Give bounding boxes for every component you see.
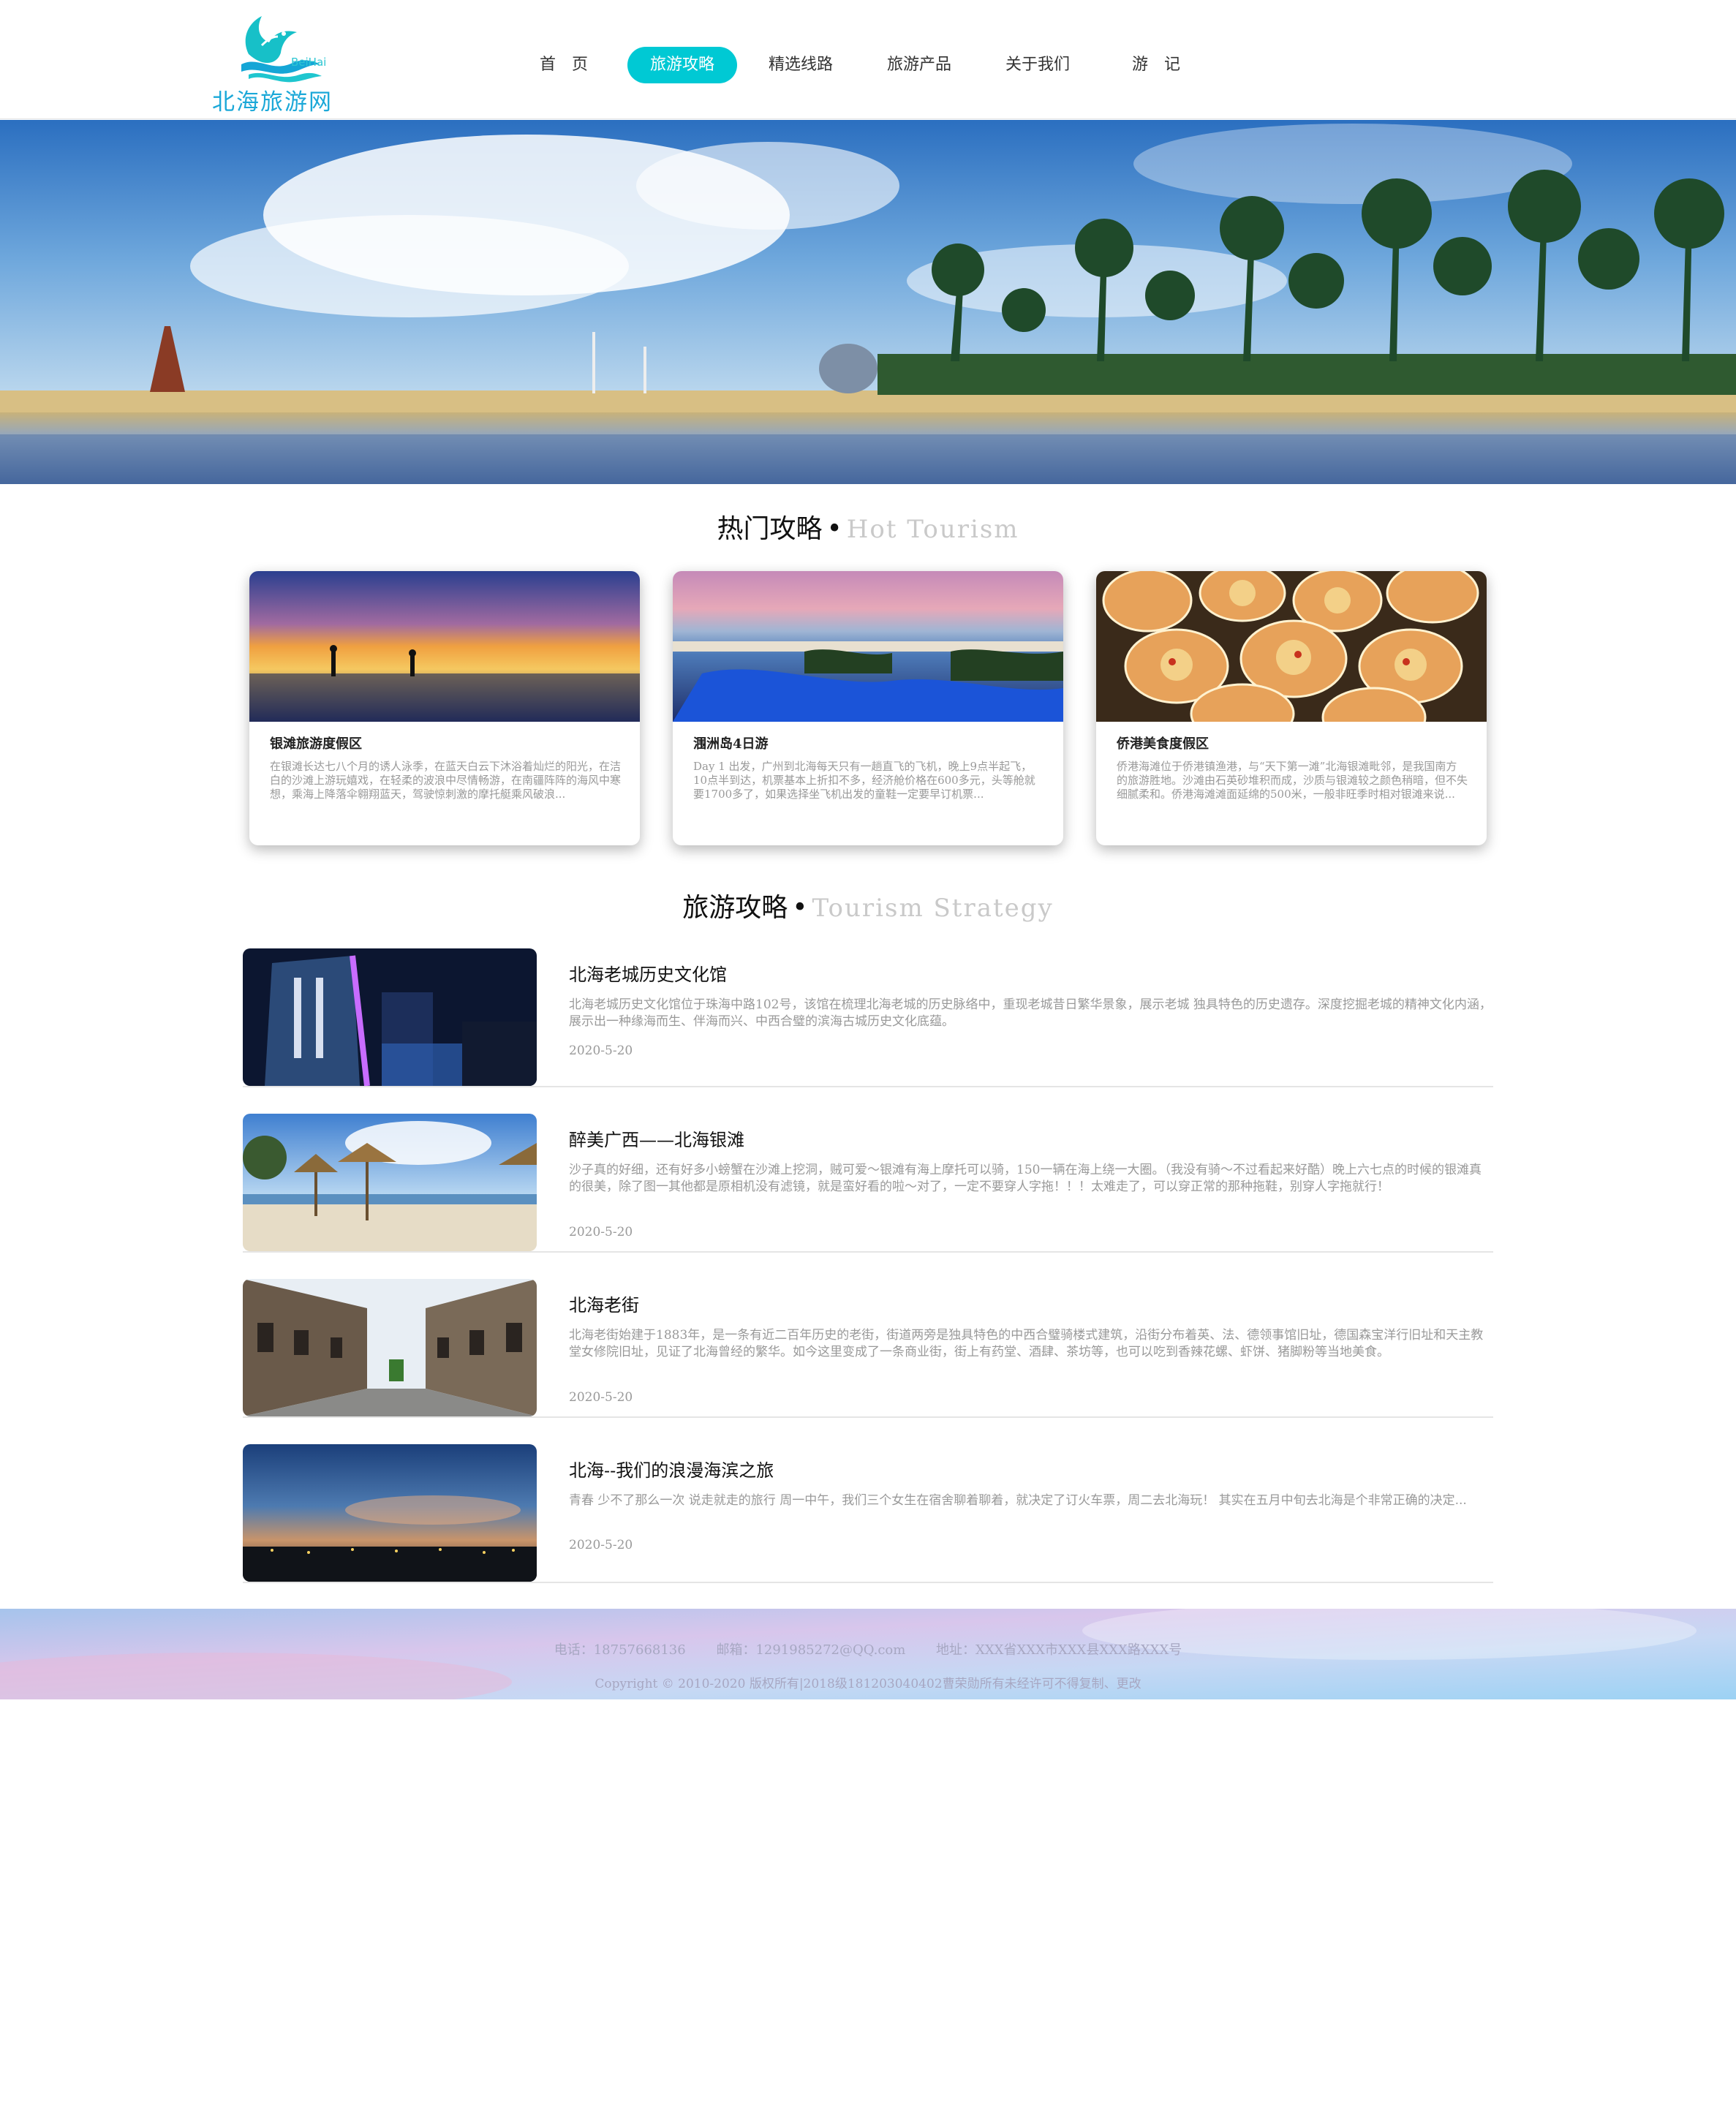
- site-footer: 电话：18757668136 邮箱：1291985272@QQ.com 地址：X…: [0, 1609, 1736, 1699]
- hero-banner-beach-image: [0, 120, 1736, 484]
- article-item[interactable]: 北海老城历史文化馆 北海老城历史文化馆位于珠海中路102号，该馆在梳理北海老城的…: [243, 948, 1493, 1087]
- logo-english-text: BeiHai: [291, 56, 327, 69]
- card-title[interactable]: 侨港美食度假区: [1117, 733, 1209, 752]
- article-title[interactable]: 北海老城历史文化馆: [569, 960, 727, 986]
- strategy-title-en: Tourism Strategy: [812, 894, 1054, 923]
- nav-travel-products[interactable]: 旅游产品: [860, 47, 978, 83]
- footer-phone: 电话：18757668136: [554, 1642, 686, 1658]
- silver-beach-umbrellas-image: [243, 1114, 537, 1251]
- strategy-title-cn: 旅游攻略: [682, 893, 788, 923]
- footer-contact-info: 电话：18757668136 邮箱：1291985272@QQ.com 地址：X…: [0, 1639, 1736, 1658]
- site-header: BeiHai 北海旅游网 首 页 旅游攻略 精选线路 旅游产品 关于我们 游 记: [0, 0, 1736, 119]
- seaside-night-view-image: [243, 1444, 537, 1582]
- site-logo[interactable]: BeiHai 北海旅游网: [212, 10, 344, 117]
- hot-card[interactable]: 侨港美食度假区 侨港海滩位于侨港镇渔港，与“天下第一滩”北海银滩毗邻，是我国南方…: [1096, 571, 1487, 845]
- article-date: 2020-5-20: [569, 1538, 633, 1552]
- article-date: 2020-5-20: [569, 1043, 633, 1058]
- nav-travel-notes[interactable]: 游 记: [1097, 47, 1215, 83]
- hot-tourism-separator: •: [826, 514, 842, 544]
- article-excerpt: 北海老城历史文化馆位于珠海中路102号，该馆在梳理北海老城的历史脉络中，重现老城…: [569, 997, 1492, 1029]
- card-excerpt: 侨港海滩位于侨港镇渔港，与“天下第一滩”北海银滩毗邻，是我国南方的旅游胜地。沙滩…: [1117, 760, 1468, 801]
- hot-tourism-title-cn: 热门攻略: [717, 514, 823, 544]
- weizhou-island-resort-pool-image: [673, 571, 1063, 722]
- footer-copyright: Copyright © 2010-2020 版权所有|2018级18120304…: [595, 1677, 1141, 1691]
- strategy-separator: •: [792, 893, 808, 923]
- hot-tourism-title-en: Hot Tourism: [846, 515, 1019, 544]
- main-nav: 首 页 旅游攻略 精选线路 旅游产品 关于我们 游 记: [505, 47, 1215, 83]
- nav-home[interactable]: 首 页: [505, 47, 623, 83]
- card-excerpt: Day 1 出发，广州到北海每天只有一趟直飞的飞机，晚上9点半起飞，10点半到达…: [693, 760, 1035, 801]
- history-museum-image: [243, 948, 537, 1086]
- hot-card[interactable]: 涠洲岛4日游 Day 1 出发，广州到北海每天只有一趟直飞的飞机，晚上9点半起飞…: [673, 571, 1063, 845]
- nav-about-us[interactable]: 关于我们: [978, 47, 1097, 83]
- logo-chinese-text: 北海旅游网: [212, 89, 333, 116]
- hot-tourism-heading: 热门攻略 • Hot Tourism: [0, 507, 1736, 546]
- article-excerpt: 北海老街始建于1883年，是一条有近二百年历史的老街，街道两旁是独具特色的中西合…: [569, 1328, 1484, 1359]
- article-item[interactable]: 北海老街 北海老街始建于1883年，是一条有近二百年历史的老街，街道两旁是独具特…: [243, 1279, 1493, 1418]
- article-excerpt: 沙子真的好细，还有好多小螃蟹在沙滩上挖洞，贼可爱～银滩有海上摩托可以骑，150一…: [569, 1163, 1482, 1194]
- grilled-scallops-food-image: [1096, 571, 1487, 722]
- footer-address: 地址：XXX省XXX市XXX县XXX路XXX号: [936, 1642, 1182, 1658]
- tourism-strategy-heading: 旅游攻略 • Tourism Strategy: [0, 886, 1736, 924]
- nav-featured-routes[interactable]: 精选线路: [741, 47, 860, 83]
- article-date: 2020-5-20: [569, 1390, 633, 1405]
- seagull-wave-logo-icon: [241, 16, 322, 83]
- article-excerpt: 青春 少不了那么一次 说走就走的旅行 周一中午，我们三个女生在宿舍聊着聊着，就决…: [569, 1493, 1467, 1508]
- article-title[interactable]: 北海老街: [569, 1291, 639, 1316]
- old-street-arcade-buildings-image: [243, 1279, 537, 1416]
- article-date: 2020-5-20: [569, 1225, 633, 1239]
- article-title[interactable]: 北海--我们的浪漫海滨之旅: [569, 1456, 774, 1482]
- article-item[interactable]: 北海--我们的浪漫海滨之旅 青春 少不了那么一次 说走就走的旅行 周一中午，我们…: [243, 1444, 1493, 1583]
- card-title[interactable]: 涠洲岛4日游: [693, 733, 769, 752]
- article-title[interactable]: 醉美广西——北海银滩: [569, 1125, 744, 1151]
- card-title[interactable]: 银滩旅游度假区: [270, 733, 362, 752]
- card-excerpt: 在银滩长达七八个月的诱人泳季，在蓝天白云下沐浴着灿烂的阳光，在洁白的沙滩上游玩嬉…: [270, 760, 622, 801]
- nav-travel-guide[interactable]: 旅游攻略: [627, 47, 737, 83]
- silver-beach-sunset-image: [249, 571, 640, 722]
- hot-card[interactable]: 银滩旅游度假区 在银滩长达七八个月的诱人泳季，在蓝天白云下沐浴着灿烂的阳光，在洁…: [249, 571, 640, 845]
- article-item[interactable]: 醉美广西——北海银滩 沙子真的好细，还有好多小螃蟹在沙滩上挖洞，贼可爱～银滩有海…: [243, 1114, 1493, 1253]
- footer-email[interactable]: 邮箱：1291985272@QQ.com: [716, 1642, 905, 1658]
